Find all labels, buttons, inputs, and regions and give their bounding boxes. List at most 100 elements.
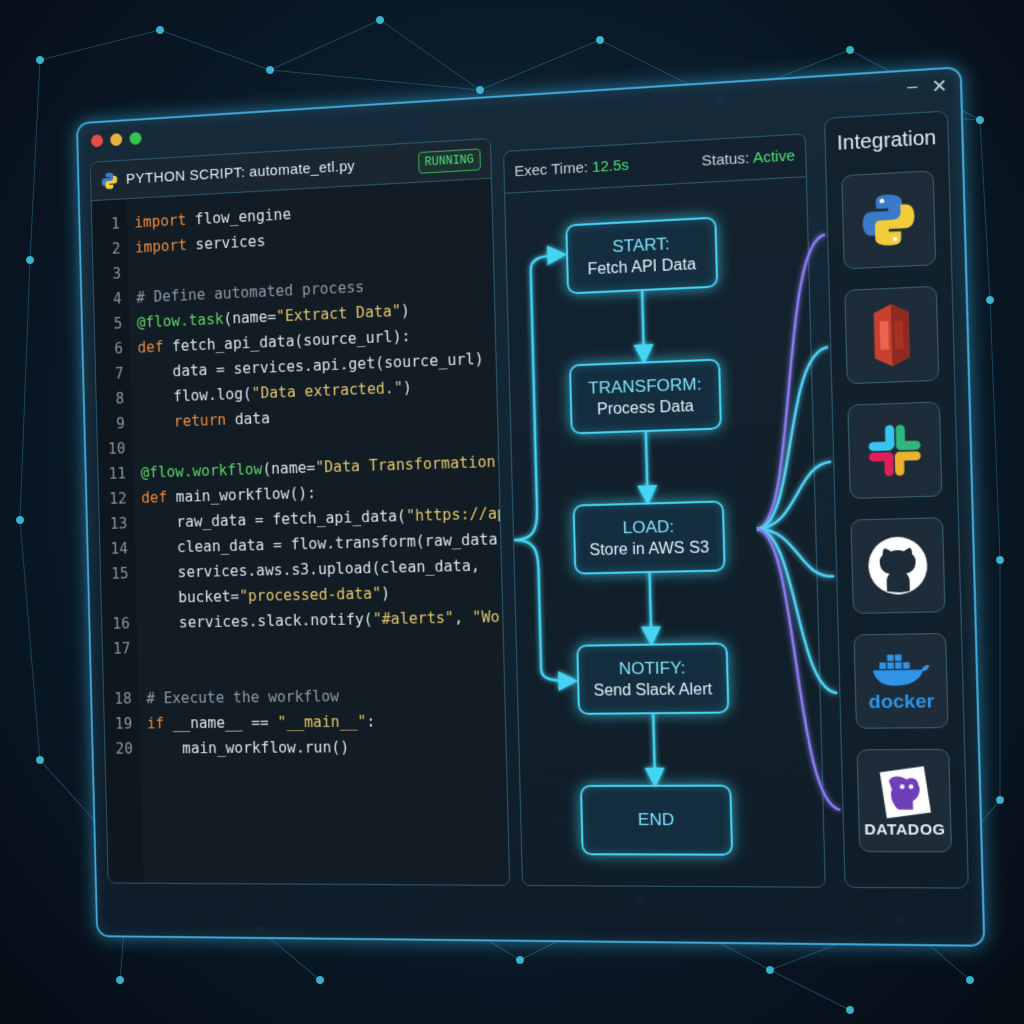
integration-python[interactable] bbox=[841, 170, 937, 270]
network-line bbox=[19, 519, 41, 761]
line-number: 10 bbox=[107, 439, 126, 458]
network-node bbox=[156, 26, 164, 34]
docker-icon bbox=[872, 654, 930, 687]
workflow-node-transform[interactable]: TRANSFORM: Process Data bbox=[568, 358, 722, 435]
network-line bbox=[19, 259, 31, 521]
network-line bbox=[269, 69, 481, 91]
line-number: 1 bbox=[110, 214, 120, 233]
workflow-node-end[interactable]: END bbox=[579, 784, 734, 856]
window-traffic-lights bbox=[90, 131, 142, 148]
network-node bbox=[966, 976, 974, 984]
line-number: 19 bbox=[114, 715, 133, 733]
network-node bbox=[316, 976, 324, 984]
network-node bbox=[16, 516, 24, 524]
network-node bbox=[266, 66, 274, 74]
python-logo-icon bbox=[101, 172, 118, 189]
workflow-node-title: TRANSFORM: bbox=[588, 373, 702, 398]
network-node bbox=[986, 296, 994, 304]
line-number: 13 bbox=[109, 514, 128, 533]
network-line bbox=[29, 59, 41, 261]
network-node bbox=[36, 756, 44, 764]
integration-github[interactable] bbox=[850, 517, 946, 614]
workflow-node-subtitle: Fetch API Data bbox=[587, 255, 697, 278]
github-icon bbox=[867, 536, 928, 595]
workflow-node-subtitle: Process Data bbox=[596, 397, 695, 419]
workflow-node-title: LOAD: bbox=[622, 516, 675, 537]
network-node bbox=[846, 1006, 854, 1014]
network-node bbox=[26, 256, 34, 264]
network-line bbox=[989, 299, 1001, 561]
minimize-icon[interactable]: – bbox=[907, 75, 918, 97]
workflow-node-notify[interactable]: NOTIFY: Send Slack Alert bbox=[576, 642, 730, 715]
line-number: 14 bbox=[110, 539, 129, 558]
code-editor-panel: PYTHON SCRIPT: automate_etl.py RUNNING 1… bbox=[89, 137, 511, 886]
connector-load-notify bbox=[649, 571, 651, 642]
network-line bbox=[269, 19, 381, 71]
network-node bbox=[36, 56, 44, 64]
line-number: 3 bbox=[112, 264, 122, 283]
integration-docker[interactable]: docker bbox=[853, 632, 949, 729]
code-text: main_workflow.run() bbox=[147, 738, 350, 758]
connector-notify-end bbox=[653, 712, 655, 783]
app-window: – ✕ PYTHON SCRIPT: automate_etl.py RUNNI… bbox=[76, 66, 985, 947]
integration-datadog[interactable]: DATADOG bbox=[856, 748, 952, 853]
line-number: 16 bbox=[112, 614, 130, 633]
docker-label: docker bbox=[868, 691, 935, 714]
network-line bbox=[39, 29, 161, 61]
line-number: 17 bbox=[112, 639, 131, 658]
network-line bbox=[379, 19, 481, 91]
datadog-icon bbox=[879, 765, 932, 818]
network-node bbox=[116, 976, 124, 984]
code-line[interactable]: 20 main_workflow.run() bbox=[105, 733, 506, 761]
line-number: 12 bbox=[109, 489, 127, 508]
code-line[interactable]: 19 if __name__ == "__main__": bbox=[104, 708, 505, 737]
network-node bbox=[996, 796, 1004, 804]
script-title: PYTHON SCRIPT: automate_etl.py bbox=[125, 157, 356, 188]
line-number: 20 bbox=[115, 740, 134, 758]
close-icon[interactable]: ✕ bbox=[931, 75, 948, 98]
line-number: 18 bbox=[114, 690, 132, 708]
network-node bbox=[596, 36, 604, 44]
code-line[interactable]: 18 # Execute the workflow bbox=[104, 682, 505, 712]
integration-aws-s3[interactable] bbox=[844, 285, 940, 385]
running-status-badge: RUNNING bbox=[417, 147, 481, 174]
connector-start-transform bbox=[642, 291, 644, 359]
line-number: 4 bbox=[112, 289, 122, 308]
workflow-node-title: END bbox=[637, 810, 675, 830]
minimize-dot-icon[interactable] bbox=[110, 133, 123, 147]
workflow-node-subtitle: Store in AWS S3 bbox=[589, 538, 710, 559]
aws-s3-icon bbox=[873, 303, 910, 367]
network-node bbox=[476, 86, 484, 94]
maximize-dot-icon[interactable] bbox=[129, 131, 142, 146]
network-line bbox=[159, 29, 271, 71]
line-number: 5 bbox=[113, 314, 123, 333]
code-body[interactable]: 1 import flow_engine 2 import services 3 4 # D… bbox=[91, 179, 506, 886]
workflow-node-start[interactable]: START: Fetch API Data bbox=[565, 216, 719, 295]
workflow-node-title: START: bbox=[612, 233, 670, 256]
network-node bbox=[846, 46, 854, 54]
integration-slack[interactable] bbox=[847, 401, 943, 500]
line-number: 11 bbox=[108, 464, 127, 483]
network-line bbox=[769, 969, 851, 1011]
python-icon bbox=[861, 193, 916, 247]
line-number: 7 bbox=[114, 364, 124, 383]
integration-panel: Integration docker DATADOG bbox=[824, 110, 969, 889]
line-number: 6 bbox=[114, 339, 124, 358]
network-node bbox=[376, 16, 384, 24]
network-node bbox=[996, 556, 1004, 564]
connector-code-to-notify bbox=[514, 539, 573, 682]
network-line bbox=[479, 39, 601, 91]
line-number: 2 bbox=[111, 239, 121, 258]
code-text: # Execute the workflow bbox=[146, 687, 340, 708]
code-text: if __name__ == "__main__": bbox=[146, 712, 376, 733]
close-dot-icon[interactable] bbox=[90, 134, 104, 148]
line-number: 15 bbox=[111, 564, 129, 583]
network-node bbox=[976, 116, 984, 124]
line-number: 9 bbox=[115, 414, 125, 433]
connector-code-to-start bbox=[507, 255, 570, 540]
connector-transform-load bbox=[646, 430, 648, 501]
network-node bbox=[766, 966, 774, 974]
workflow-node-load[interactable]: LOAD: Store in AWS S3 bbox=[572, 500, 726, 575]
datadog-label: DATADOG bbox=[864, 820, 946, 839]
integration-title: Integration bbox=[836, 126, 937, 155]
